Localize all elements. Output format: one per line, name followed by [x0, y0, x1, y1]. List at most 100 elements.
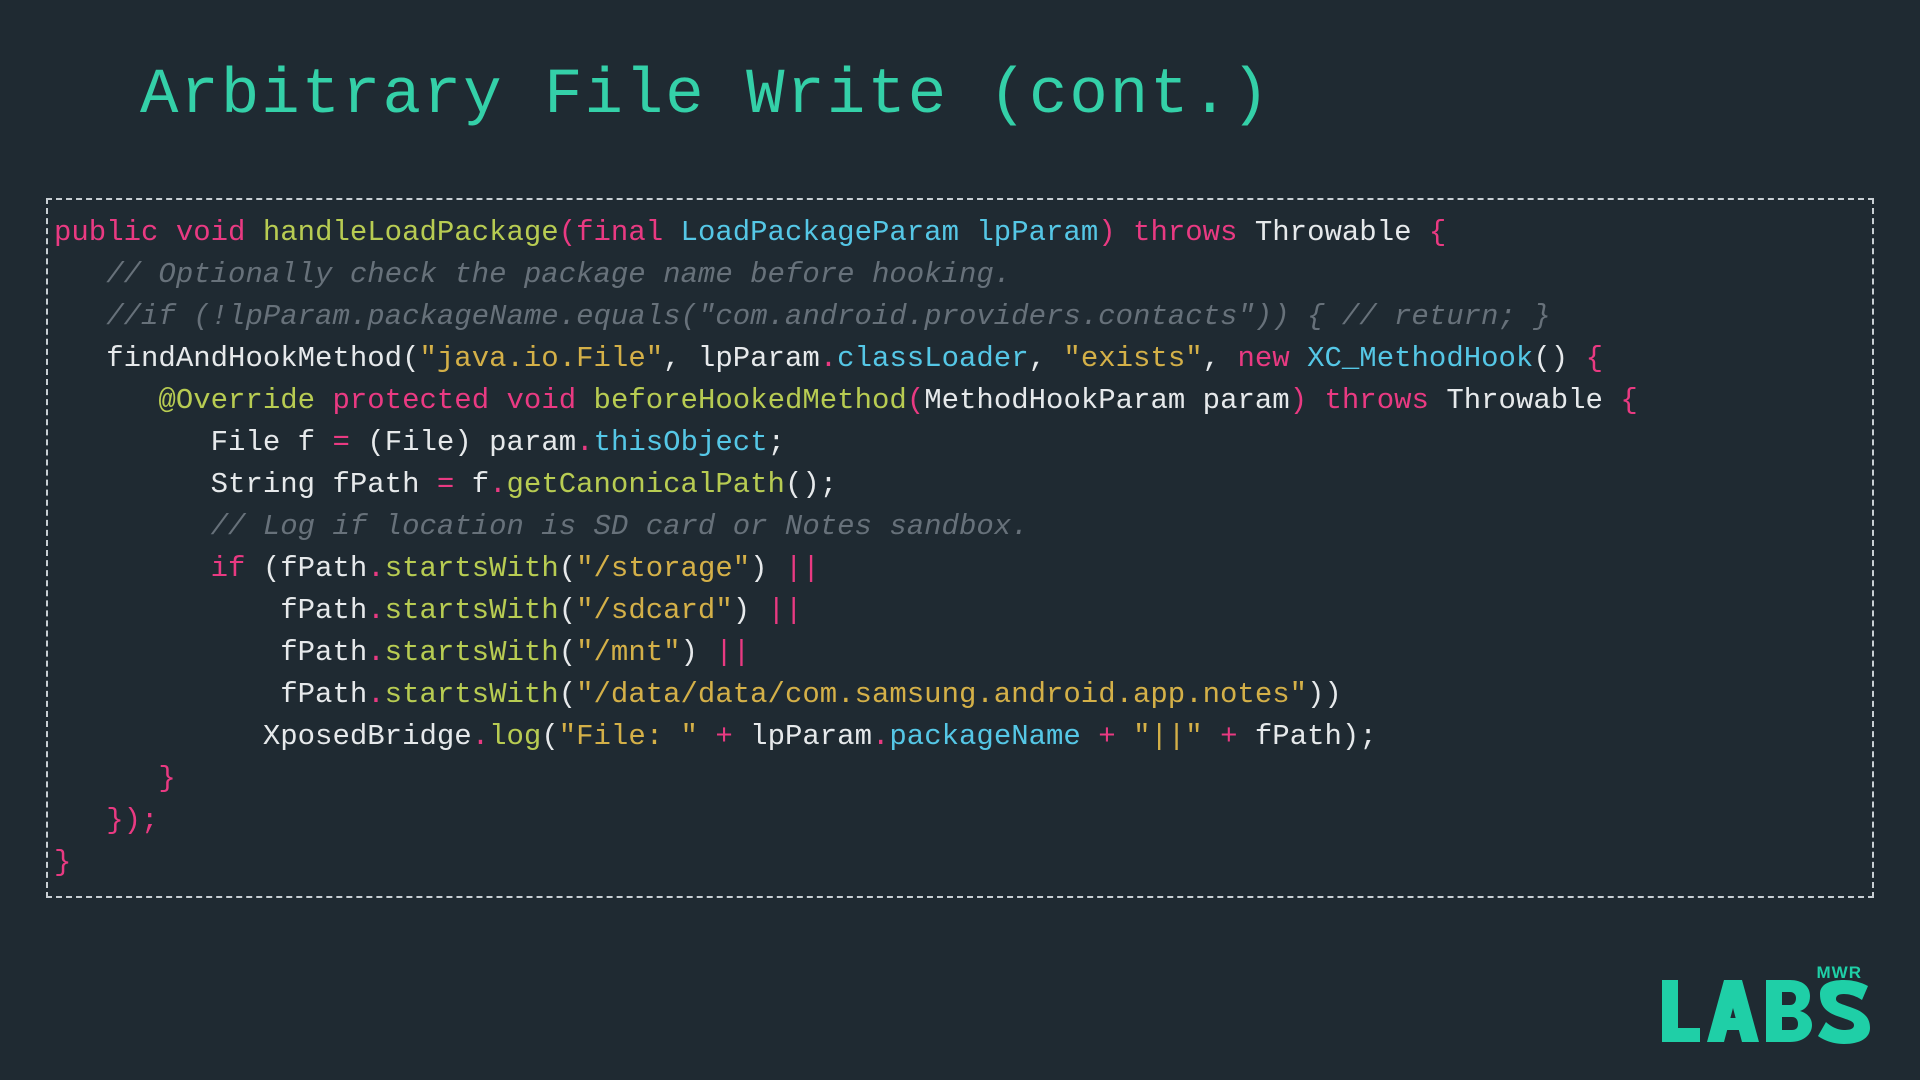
op-eq: = [332, 426, 349, 459]
id-f: f [298, 426, 315, 459]
type-String: String [211, 468, 315, 501]
brace-close: } [158, 762, 175, 795]
dot: . [472, 720, 489, 753]
id-fPath: fPath [280, 636, 367, 669]
kw-new: new [1237, 342, 1289, 375]
str-pipe: "||" [1133, 720, 1203, 753]
brace-open: { [1620, 384, 1637, 417]
paren-open: ( [907, 384, 924, 417]
id-fPath: fPath [280, 594, 367, 627]
str-exists: "exists" [1063, 342, 1202, 375]
type-File: File [211, 426, 281, 459]
str-file: "File: " [559, 720, 698, 753]
id-fPath: fPath [332, 468, 419, 501]
fn-startsWith: startsWith [385, 594, 559, 627]
tail: (); [785, 468, 837, 501]
op-or: || [715, 636, 750, 669]
tail: ); [1342, 720, 1377, 753]
id-XposedBridge: XposedBridge [263, 720, 472, 753]
brace-close: } [54, 846, 71, 879]
code-content: public void handleLoadPackage ( final Load… [54, 212, 1866, 884]
kw-throws: throws [1325, 384, 1429, 417]
logo-mwr-text: MWR [1817, 963, 1862, 982]
paren-open: ( [559, 594, 576, 627]
dot: . [367, 636, 384, 669]
fn-getCanonicalPath: getCanonicalPath [507, 468, 785, 501]
paren-open: ( [541, 720, 558, 753]
annotation-override: @Override [158, 384, 315, 417]
kw-void: void [507, 384, 577, 417]
txt: , [1203, 342, 1238, 375]
kw-protected: protected [332, 384, 489, 417]
paren-open: ( [559, 552, 576, 585]
kw-final: final [576, 216, 663, 249]
dot: . [367, 678, 384, 711]
paren-close: ) [733, 594, 750, 627]
dot: . [367, 594, 384, 627]
fn-startsWith: startsWith [385, 552, 559, 585]
kw-throws: throws [1133, 216, 1237, 249]
op-or: || [785, 552, 820, 585]
paren-close: ) [750, 552, 767, 585]
parens: () [1533, 342, 1568, 375]
kw-public: public [54, 216, 158, 249]
id-param: param [489, 426, 576, 459]
str-javaiofile: "java.io.File" [419, 342, 663, 375]
type-MethodHookParam: MethodHookParam [924, 384, 1185, 417]
labs-logo-icon: MWR [1652, 962, 1872, 1052]
brace-close-paren: }); [106, 804, 158, 837]
paren-close: )) [1307, 678, 1342, 711]
comment-2: //if (!lpParam.packageName.equals("com.a… [106, 300, 1550, 333]
mwr-labs-logo: MWR [1652, 962, 1872, 1052]
id-classLoader: classLoader [837, 342, 1028, 375]
id-fPath: fPath [1255, 720, 1342, 753]
type-LoadPackageParam: LoadPackageParam [681, 216, 959, 249]
paren-open: ( [559, 678, 576, 711]
id-lpParam: lpParam [976, 216, 1098, 249]
paren-open: ( [559, 636, 576, 669]
str-mnt: "/mnt" [576, 636, 680, 669]
txt: (fPath [263, 552, 367, 585]
paren-close: ) [681, 636, 698, 669]
fn-startsWith: startsWith [385, 636, 559, 669]
dot: . [872, 720, 889, 753]
fn-beforeHookedMethod: beforeHookedMethod [594, 384, 907, 417]
str-datadata: "/data/data/com.samsung.android.app.note… [576, 678, 1307, 711]
slide-title: Arbitrary File Write (cont.) [140, 60, 1860, 132]
type-Throwable: Throwable [1255, 216, 1412, 249]
paren-close: ) [454, 426, 471, 459]
comment-1: // Optionally check the package name bef… [106, 258, 1011, 291]
dot: . [367, 552, 384, 585]
id-fPath: fPath [280, 678, 367, 711]
id-param: param [1203, 384, 1290, 417]
type-XCMethodHook: XC_MethodHook [1307, 342, 1533, 375]
dot: . [820, 342, 837, 375]
op-plus: + [1220, 720, 1237, 753]
dot: . [576, 426, 593, 459]
txt: , [1029, 342, 1064, 375]
paren-open: ( [402, 342, 419, 375]
op-eq: = [437, 468, 454, 501]
kw-if: if [211, 552, 246, 585]
id-thisObject: thisObject [594, 426, 768, 459]
op-or: || [768, 594, 803, 627]
type-File: File [385, 426, 455, 459]
paren-open: ( [367, 426, 384, 459]
id-lpParam: lpParam [750, 720, 872, 753]
fn-findAndHookMethod: findAndHookMethod [106, 342, 402, 375]
code-block: public void handleLoadPackage ( final Load… [46, 198, 1874, 898]
comment-3: // Log if location is SD card or Notes s… [211, 510, 1029, 543]
type-Throwable: Throwable [1446, 384, 1603, 417]
str-storage: "/storage" [576, 552, 750, 585]
paren-close: ) [1290, 384, 1307, 417]
kw-void: void [176, 216, 246, 249]
op-plus: + [1098, 720, 1115, 753]
txt: , lpParam [663, 342, 820, 375]
slide: Arbitrary File Write (cont.) public void… [0, 0, 1920, 1080]
semi: ; [768, 426, 785, 459]
id-f: f [472, 468, 489, 501]
brace-open: { [1429, 216, 1446, 249]
fn-handleLoadPackage: handleLoadPackage [263, 216, 559, 249]
paren-close: ) [1098, 216, 1115, 249]
str-sdcard: "/sdcard" [576, 594, 733, 627]
